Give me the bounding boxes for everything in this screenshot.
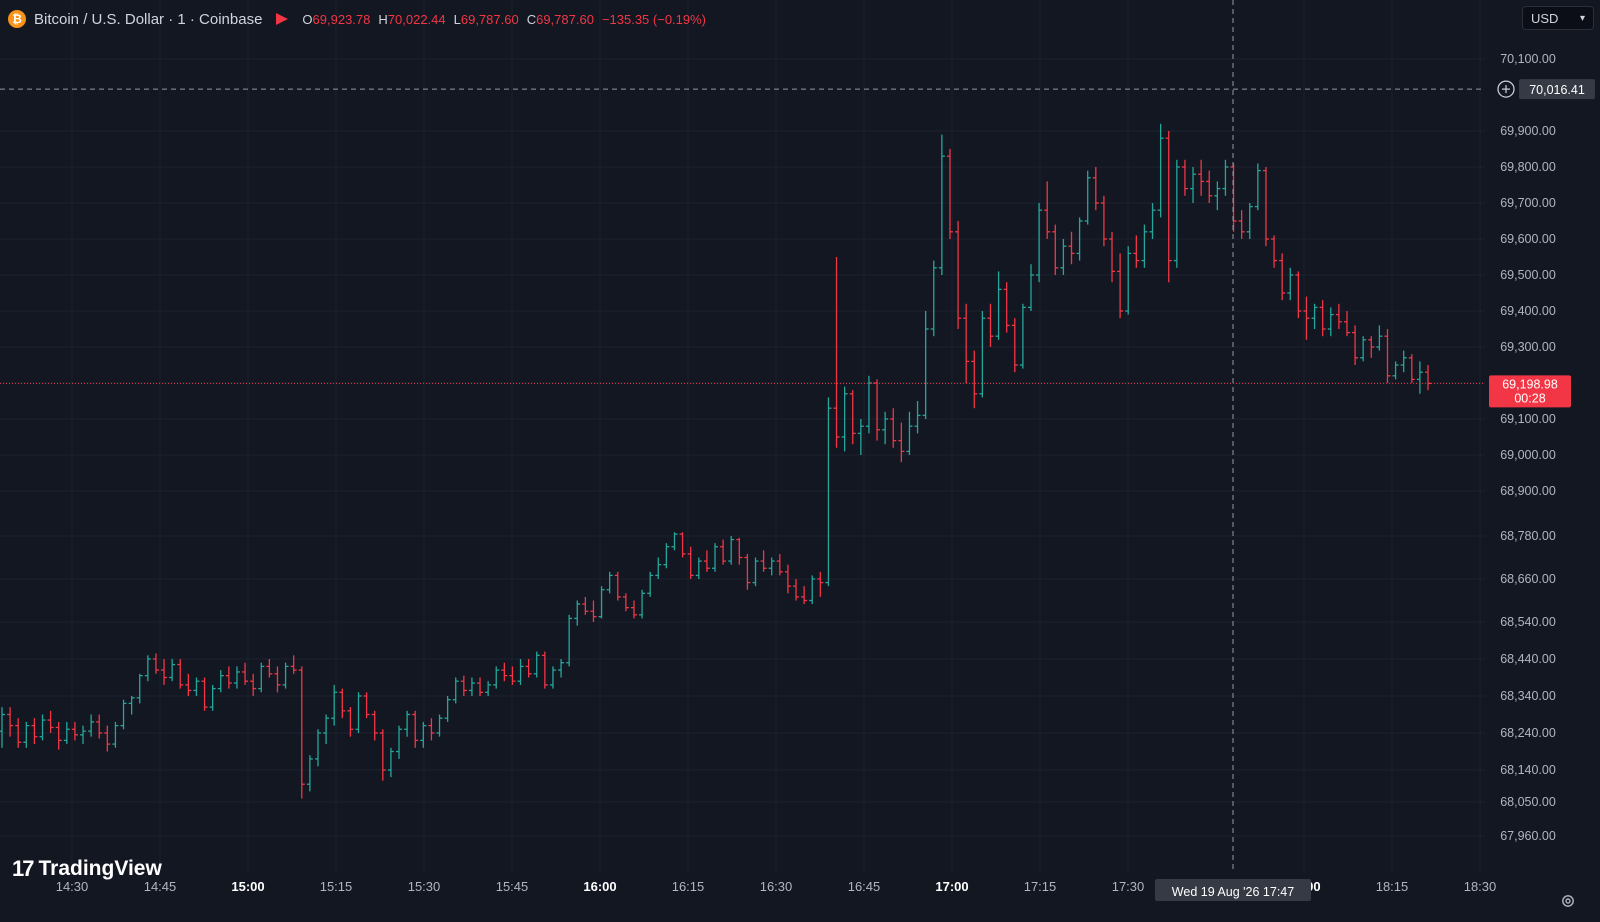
price-tick-label: 70,100.00 [1500, 52, 1556, 66]
currency-value: USD [1531, 10, 1559, 26]
price-tick-label: 67,960.00 [1500, 829, 1556, 843]
close-label: C [526, 11, 537, 27]
time-tick-label: 16:00 [583, 879, 616, 894]
price-tick-label: 68,660.00 [1500, 572, 1556, 586]
change-value: −135.35 (−0.19%) [601, 11, 707, 27]
time-tick-label: 15:15 [320, 879, 353, 894]
high-label: H [378, 11, 388, 27]
time-tick-label: 17:00 [935, 879, 968, 894]
flag-icon[interactable] [276, 13, 289, 25]
high-value: 70,022.44 [387, 11, 446, 27]
price-tick-label: 68,780.00 [1500, 529, 1556, 543]
price-tick-label: 69,400.00 [1500, 304, 1556, 318]
close-value: 69,787.60 [536, 11, 594, 27]
tradingview-logo[interactable]: 17 TradingView [12, 856, 162, 882]
time-tick-label: 18:15 [1376, 879, 1409, 894]
last-price-label: 69,198.98 [1502, 377, 1558, 391]
currency-select[interactable]: USD ▾ [1522, 6, 1594, 30]
tradingview-wordmark: TradingView [38, 857, 162, 880]
chart-header: ₿ Bitcoin / U.S. Dollar · 1 · Coinbase O… [8, 8, 706, 30]
price-tick-label: 69,800.00 [1500, 160, 1556, 174]
time-tick-label: 15:30 [408, 879, 441, 894]
price-tick-label: 68,140.00 [1500, 763, 1556, 777]
time-tick-label: 18:30 [1464, 879, 1497, 894]
plus-circle-icon[interactable] [1497, 80, 1515, 98]
price-tick-label: 69,700.00 [1500, 196, 1556, 210]
low-value: 69,787.60 [460, 11, 519, 27]
time-tick-label: 17:30 [1112, 879, 1145, 894]
price-tick-label: 68,540.00 [1500, 615, 1556, 629]
chevron-down-icon: ▾ [1579, 12, 1585, 24]
open-label: O [302, 11, 313, 27]
crosshair-price-label: 70,016.41 [1529, 83, 1585, 97]
price-tick-label: 68,440.00 [1500, 652, 1556, 666]
price-tick-label: 68,240.00 [1500, 726, 1556, 740]
symbol-title[interactable]: Bitcoin / U.S. Dollar · 1 · Coinbase [34, 11, 262, 28]
price-tick-label: 68,050.00 [1500, 795, 1556, 809]
time-tick-label: 15:00 [231, 879, 264, 894]
price-tick-label: 69,500.00 [1500, 268, 1556, 282]
time-tick-label: 16:15 [672, 879, 705, 894]
time-tick-label: 16:45 [848, 879, 881, 894]
price-tick-label: 69,100.00 [1500, 412, 1556, 426]
bitcoin-icon: ₿ [8, 10, 26, 28]
tradingview-mark-icon: 17 [12, 856, 35, 881]
open-value: 69,923.78 [312, 11, 371, 27]
time-tick-label: 15:45 [496, 879, 529, 894]
time-tick-label: 16:30 [760, 879, 793, 894]
price-tick-label: 69,900.00 [1500, 124, 1556, 138]
price-tick-label: 68,340.00 [1500, 689, 1556, 703]
price-chart[interactable]: 67,960.00 68,050.00 68,140.00 68,240.00 68,3… [0, 0, 1600, 917]
price-tick-label: 69,000.00 [1500, 448, 1556, 462]
price-tick-label: 69,600.00 [1500, 232, 1556, 246]
price-tick-label: 68,900.00 [1500, 484, 1556, 498]
ohlc-legend: O69,923.78 H70,022.44 L69,787.60 C69,787… [302, 12, 706, 27]
price-tick-label: 69,300.00 [1500, 340, 1556, 354]
crosshair-time-label: Wed 19 Aug '26 17:47 [1172, 885, 1294, 899]
time-tick-label: 17:15 [1024, 879, 1057, 894]
chart-background [0, 0, 1600, 917]
low-label: L [453, 11, 461, 27]
countdown-label: 00:28 [1514, 391, 1545, 405]
gear-icon[interactable] [1560, 893, 1576, 909]
candlestick-chart[interactable]: 67,960.00 68,050.00 68,140.00 68,240.00 68,3… [0, 0, 1600, 917]
